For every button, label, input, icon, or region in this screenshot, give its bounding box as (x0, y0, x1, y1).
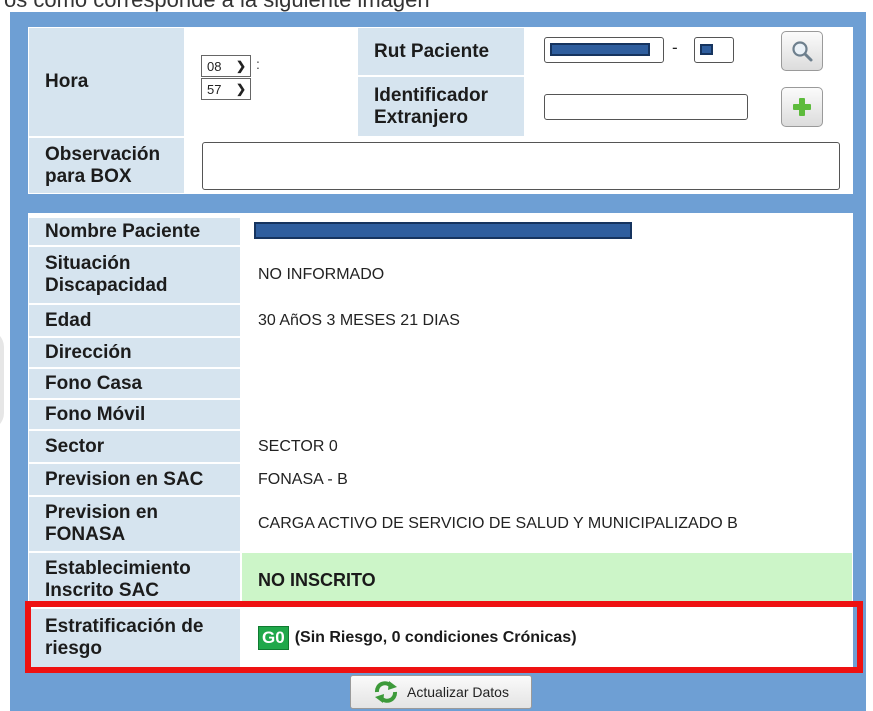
time-cell: 08 ❯ : 57 ❯ (186, 28, 356, 136)
plus-icon (793, 98, 811, 116)
establecimiento-value: NO INSCRITO (242, 553, 852, 607)
prevision-fonasa-value: CARGA ACTIVO DE SERVICIO DE SALUD Y MUNI… (242, 497, 852, 551)
fono-casa-value (242, 369, 852, 398)
update-button-label: Actualizar Datos (407, 684, 509, 700)
edad-value: 30 AñOS 3 MESES 21 DIAS (242, 305, 852, 336)
discapacidad-label: Situación Discapacidad (29, 247, 240, 303)
chevron-down-icon: ❯ (235, 82, 246, 96)
redacted-block (550, 43, 650, 56)
rut-number-input[interactable] (544, 37, 664, 63)
watermark-fragment (0, 330, 4, 430)
rut-separator: - (672, 38, 678, 57)
search-cell (763, 28, 852, 75)
patient-form-screen: os como corresponde a la siguiente image… (0, 0, 873, 711)
refresh-icon (375, 681, 398, 703)
magnifier-icon (792, 41, 813, 62)
prevision-sac-label: Prevision en SAC (29, 464, 240, 495)
minute-select[interactable]: 57 ❯ (201, 78, 251, 100)
observation-input[interactable] (202, 142, 840, 190)
redacted-block (254, 222, 632, 239)
fono-movil-value (242, 400, 852, 429)
hour-value: 08 (207, 58, 222, 74)
redacted-block (700, 44, 713, 55)
add-cell (763, 77, 852, 136)
sector-label: Sector (29, 431, 240, 462)
rut-dv-input[interactable] (694, 37, 734, 63)
search-button[interactable] (781, 31, 823, 71)
foreign-id-input[interactable] (544, 94, 748, 120)
prevision-sac-value: FONASA - B (242, 464, 852, 495)
establecimiento-label: Establecimiento Inscrito SAC (29, 553, 240, 607)
fono-casa-label: Fono Casa (29, 369, 240, 398)
rut-cell: - (526, 28, 761, 75)
rut-label: Rut Paciente (358, 28, 524, 75)
minute-value: 57 (207, 81, 222, 97)
name-value (242, 218, 852, 245)
observation-label: Observación para BOX (29, 138, 184, 193)
risk-highlight-frame (25, 601, 863, 673)
hora-label: Hora (29, 28, 184, 136)
edad-label: Edad (29, 305, 240, 336)
hour-select[interactable]: 08 ❯ (201, 55, 251, 77)
discapacidad-value: NO INFORMADO (242, 247, 852, 303)
observation-cell (186, 138, 852, 193)
update-data-button[interactable]: Actualizar Datos (350, 675, 532, 709)
direccion-label: Dirección (29, 338, 240, 367)
chevron-down-icon: ❯ (235, 59, 246, 73)
fono-movil-label: Fono Móvil (29, 400, 240, 429)
name-label: Nombre Paciente (29, 218, 240, 245)
sector-value: SECTOR 0 (242, 431, 852, 462)
add-button[interactable] (781, 87, 823, 127)
prevision-fonasa-label: Prevision en FONASA (29, 497, 240, 551)
foreign-id-label: Identificador Extranjero (358, 77, 524, 136)
foreign-id-cell (526, 77, 761, 136)
direccion-value (242, 338, 852, 367)
time-separator: : (256, 56, 260, 72)
